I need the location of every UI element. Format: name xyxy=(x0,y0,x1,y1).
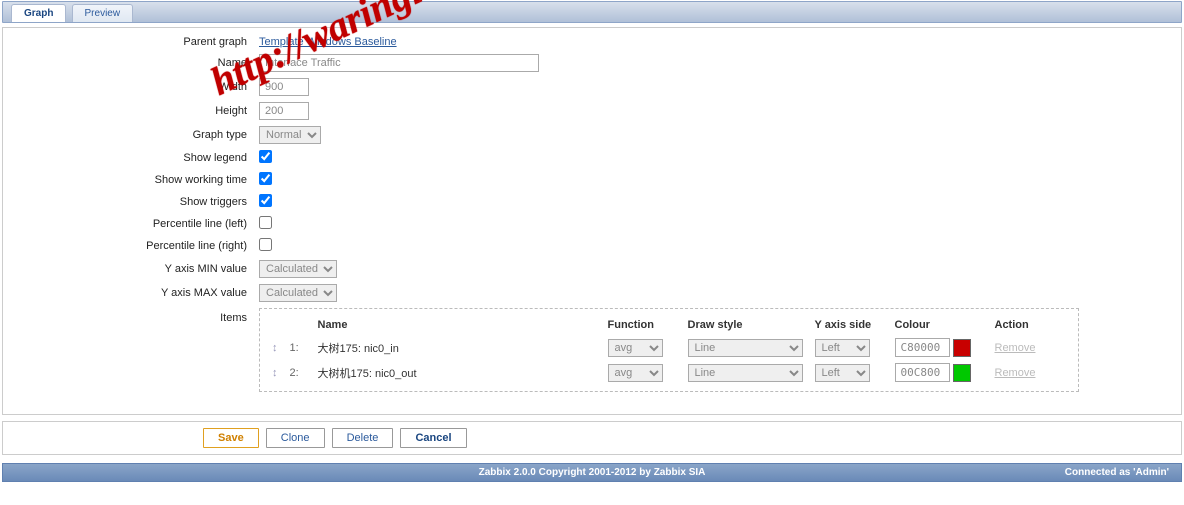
items-label: Items xyxy=(19,308,259,324)
parent-graph-link[interactable]: Template Windows Baseline xyxy=(259,36,397,48)
colour-input[interactable] xyxy=(895,338,950,357)
y-max-select[interactable]: Calculated xyxy=(259,284,337,302)
y-max-label: Y axis MAX value xyxy=(19,287,259,299)
row-index: 1: xyxy=(284,335,312,360)
drag-handle-icon[interactable]: ↕ xyxy=(272,367,278,379)
tab-bar: Graph Preview xyxy=(2,1,1182,23)
percentile-left-checkbox[interactable] xyxy=(259,216,272,229)
function-select[interactable]: avg xyxy=(608,339,663,357)
height-input[interactable] xyxy=(259,102,309,120)
show-working-time-label: Show working time xyxy=(19,174,259,186)
th-colour: Colour xyxy=(889,315,989,335)
items-table-container: Name Function Draw style Y axis side Col… xyxy=(259,308,1079,392)
action-buttons-row: Save Clone Delete Cancel xyxy=(2,421,1182,455)
th-function: Function xyxy=(602,315,682,335)
colour-input[interactable] xyxy=(895,363,950,382)
y-axis-side-select[interactable]: Left xyxy=(815,364,870,382)
y-min-label: Y axis MIN value xyxy=(19,263,259,275)
th-draw-style: Draw style xyxy=(682,315,809,335)
show-working-time-checkbox[interactable] xyxy=(259,172,272,185)
percentile-right-checkbox[interactable] xyxy=(259,238,272,251)
graph-type-label: Graph type xyxy=(19,129,259,141)
th-y-axis-side: Y axis side xyxy=(809,315,889,335)
save-button[interactable]: Save xyxy=(203,428,259,448)
function-select[interactable]: avg xyxy=(608,364,663,382)
th-action: Action xyxy=(989,315,1073,335)
percentile-right-label: Percentile line (right) xyxy=(19,240,259,252)
colour-swatch[interactable] xyxy=(953,364,971,382)
tab-preview[interactable]: Preview xyxy=(72,4,134,22)
remove-link[interactable]: Remove xyxy=(995,342,1036,354)
remove-link[interactable]: Remove xyxy=(995,367,1036,379)
table-row: ↕ 1: 大树175: nic0_in avg Line Left Remove xyxy=(266,335,1072,360)
colour-swatch[interactable] xyxy=(953,339,971,357)
show-triggers-label: Show triggers xyxy=(19,196,259,208)
width-label: Width xyxy=(19,81,259,93)
width-input[interactable] xyxy=(259,78,309,96)
clone-button[interactable]: Clone xyxy=(266,428,325,448)
parent-graph-label: Parent graph xyxy=(19,36,259,48)
cancel-button[interactable]: Cancel xyxy=(400,428,466,448)
draw-style-select[interactable]: Line xyxy=(688,364,803,382)
graph-type-select[interactable]: Normal xyxy=(259,126,321,144)
y-axis-side-select[interactable]: Left xyxy=(815,339,870,357)
show-legend-checkbox[interactable] xyxy=(259,150,272,163)
drag-handle-icon[interactable]: ↕ xyxy=(272,342,278,354)
tab-graph[interactable]: Graph xyxy=(11,4,66,22)
name-label: Name xyxy=(19,57,259,69)
percentile-left-label: Percentile line (left) xyxy=(19,218,259,230)
show-legend-label: Show legend xyxy=(19,152,259,164)
draw-style-select[interactable]: Line xyxy=(688,339,803,357)
table-row: ↕ 2: 大树机175: nic0_out avg Line Left Remo… xyxy=(266,360,1072,385)
name-input[interactable] xyxy=(259,54,539,72)
th-name: Name xyxy=(312,315,602,335)
row-index: 2: xyxy=(284,360,312,385)
show-triggers-checkbox[interactable] xyxy=(259,194,272,207)
y-min-select[interactable]: Calculated xyxy=(259,260,337,278)
footer-copyright: Zabbix 2.0.0 Copyright 2001-2012 by Zabb… xyxy=(479,467,706,478)
row-name: 大树175: nic0_in xyxy=(312,335,602,360)
row-name: 大树机175: nic0_out xyxy=(312,360,602,385)
graph-config-panel: http://waringid.blog.51cto.com Parent gr… xyxy=(2,27,1182,415)
footer-connected: Connected as 'Admin' xyxy=(705,467,1169,478)
items-table: Name Function Draw style Y axis side Col… xyxy=(266,315,1072,385)
height-label: Height xyxy=(19,105,259,117)
delete-button[interactable]: Delete xyxy=(332,428,394,448)
footer-bar: Zabbix 2.0.0 Copyright 2001-2012 by Zabb… xyxy=(2,463,1182,482)
